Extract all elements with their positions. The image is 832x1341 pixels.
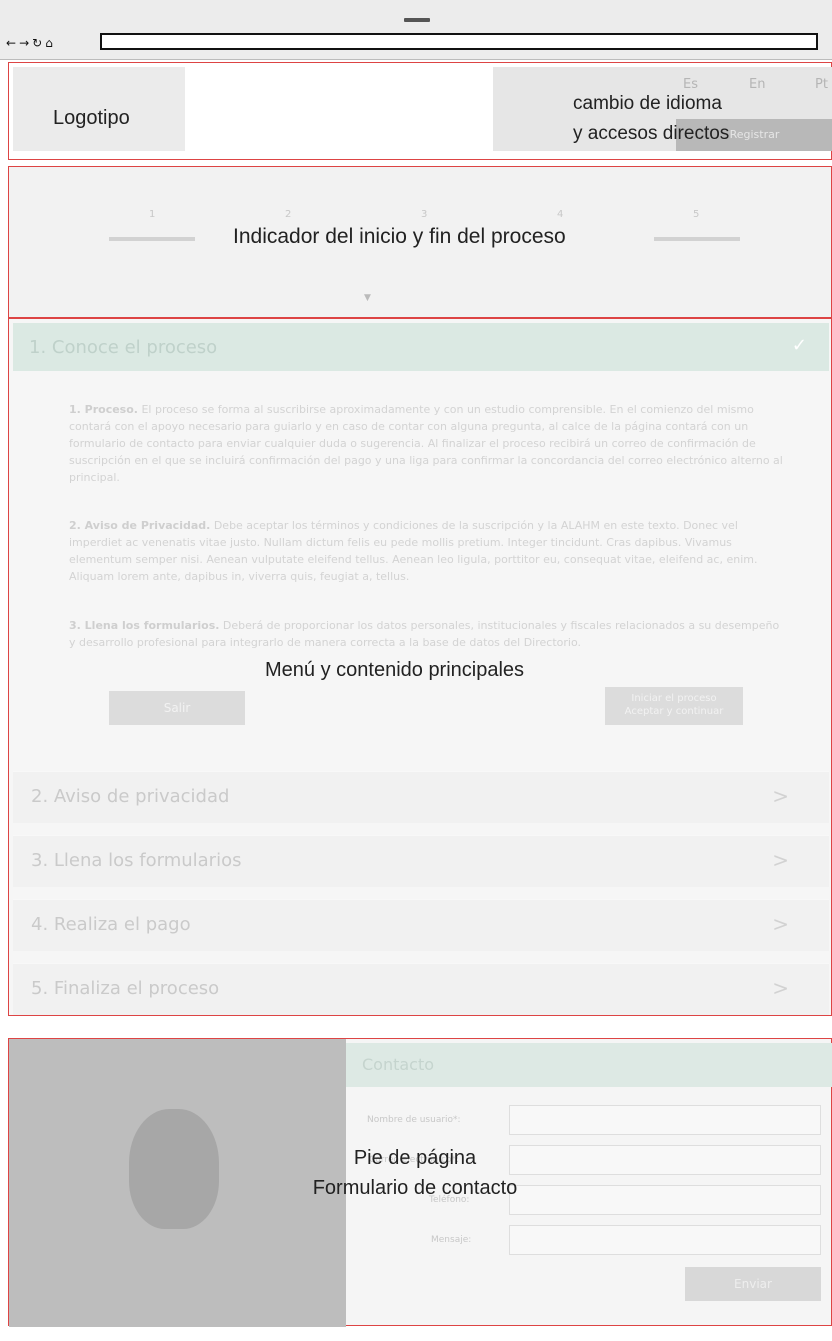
address-bar[interactable] — [100, 33, 818, 50]
accordion-item-title: 3. Llena los formularios — [31, 850, 242, 871]
language-area-label: cambio de idioma y accesos directos — [573, 89, 729, 149]
chevron-right-icon: > — [772, 848, 789, 872]
language-area-label-line1: cambio de idioma — [573, 93, 722, 114]
chevron-right-icon: > — [772, 912, 789, 936]
footer-region: Contacto Nombre de usuario*: Correo elec… — [8, 1038, 832, 1327]
accordion-item-forms[interactable]: 3. Llena los formularios > — [13, 835, 829, 887]
window-grip[interactable] — [404, 18, 430, 22]
photo-subject — [129, 1109, 219, 1229]
message-label: Mensaje: — [431, 1235, 472, 1245]
accordion-item-payment[interactable]: 4. Realiza el pago > — [13, 899, 829, 951]
chevron-right-icon: > — [772, 784, 789, 808]
step-number: 4 — [557, 209, 564, 220]
language-en[interactable]: En — [749, 77, 765, 92]
accordion-title: 1. Conoce el proceso — [29, 337, 218, 358]
paragraph-heading: 1. Proceso. — [69, 403, 138, 416]
step-number: 5 — [693, 209, 700, 220]
forms-paragraph: 3. Llena los formularios. Deberá de prop… — [69, 617, 789, 651]
accordion-header-active[interactable]: 1. Conoce el proceso ✓ — [13, 323, 829, 371]
footer-label-line1: Pie de página — [353, 1147, 477, 1169]
main-content-region: 1. Conoce el proceso ✓ 1. Proceso. El pr… — [8, 318, 832, 1016]
username-label: Nombre de usuario*: — [367, 1115, 461, 1125]
start-process-button-line2: Aceptar y continuar — [624, 706, 724, 717]
contact-title: Contacto — [362, 1055, 435, 1074]
forward-arrow-icon[interactable]: → — [19, 36, 29, 50]
main-content-label: Menú y contenido principales — [265, 659, 525, 681]
step-number: 1 — [149, 209, 156, 220]
step-number: 2 — [285, 209, 292, 220]
accordion-item-finish[interactable]: 5. Finaliza el proceso > — [13, 963, 829, 1015]
step-line — [109, 237, 195, 241]
language-area-label-line2: y accesos directos — [573, 123, 730, 144]
progress-label: Indicador del inicio y fin del proceso — [233, 225, 566, 248]
email-input[interactable] — [509, 1145, 821, 1175]
home-icon[interactable]: ⌂ — [45, 36, 53, 50]
send-button[interactable]: Enviar — [685, 1267, 821, 1301]
footer-photo — [9, 1039, 346, 1327]
browser-nav: ← → ↻ ⌂ — [6, 36, 53, 50]
header-region: Logotipo Es En Pt Registrar cambio de id… — [8, 62, 832, 160]
check-icon: ✓ — [791, 335, 807, 356]
accordion-item-title: 2. Aviso de privacidad — [31, 786, 230, 807]
accordion-item-privacy[interactable]: 2. Aviso de privacidad > — [13, 771, 829, 823]
back-arrow-icon[interactable]: ← — [6, 36, 16, 50]
logo-label: Logotipo — [53, 107, 130, 129]
footer-label: Pie de página Formulario de contacto — [299, 1143, 531, 1203]
privacy-paragraph: 2. Aviso de Privacidad. Debe aceptar los… — [69, 517, 789, 585]
browser-chrome: ← → ↻ ⌂ — [0, 0, 832, 60]
chevron-down-icon: ▼ — [364, 293, 371, 303]
paragraph-text: El proceso se forma al suscribirse aprox… — [69, 403, 783, 484]
message-input[interactable] — [509, 1225, 821, 1255]
chevron-right-icon: > — [772, 976, 789, 1000]
logo-placeholder[interactable]: Logotipo — [13, 67, 185, 151]
contact-header: Contacto — [346, 1043, 832, 1087]
paragraph-heading: 2. Aviso de Privacidad. — [69, 519, 211, 532]
language-shortcuts-area: Es En Pt Registrar cambio de idioma y ac… — [493, 67, 832, 151]
start-process-button-line1: Iniciar el proceso — [631, 693, 717, 704]
reload-icon[interactable]: ↻ — [32, 36, 42, 50]
step-line — [654, 237, 740, 241]
process-paragraph: 1. Proceso. El proceso se forma al suscr… — [69, 401, 789, 486]
phone-input[interactable] — [509, 1185, 821, 1215]
language-pt[interactable]: Pt — [815, 77, 828, 92]
exit-button[interactable]: Salir — [109, 691, 245, 725]
progress-indicator-region: 1 2 3 4 5 Indicador del inicio y fin del… — [8, 166, 832, 318]
username-input[interactable] — [509, 1105, 821, 1135]
paragraph-heading: 3. Llena los formularios. — [69, 619, 220, 632]
accordion-item-title: 4. Realiza el pago — [31, 914, 191, 935]
step-number: 3 — [421, 209, 428, 220]
start-process-button[interactable]: Iniciar el proceso Aceptar y continuar — [605, 687, 743, 725]
footer-label-line2: Formulario de contacto — [312, 1177, 518, 1199]
accordion-item-title: 5. Finaliza el proceso — [31, 978, 220, 999]
